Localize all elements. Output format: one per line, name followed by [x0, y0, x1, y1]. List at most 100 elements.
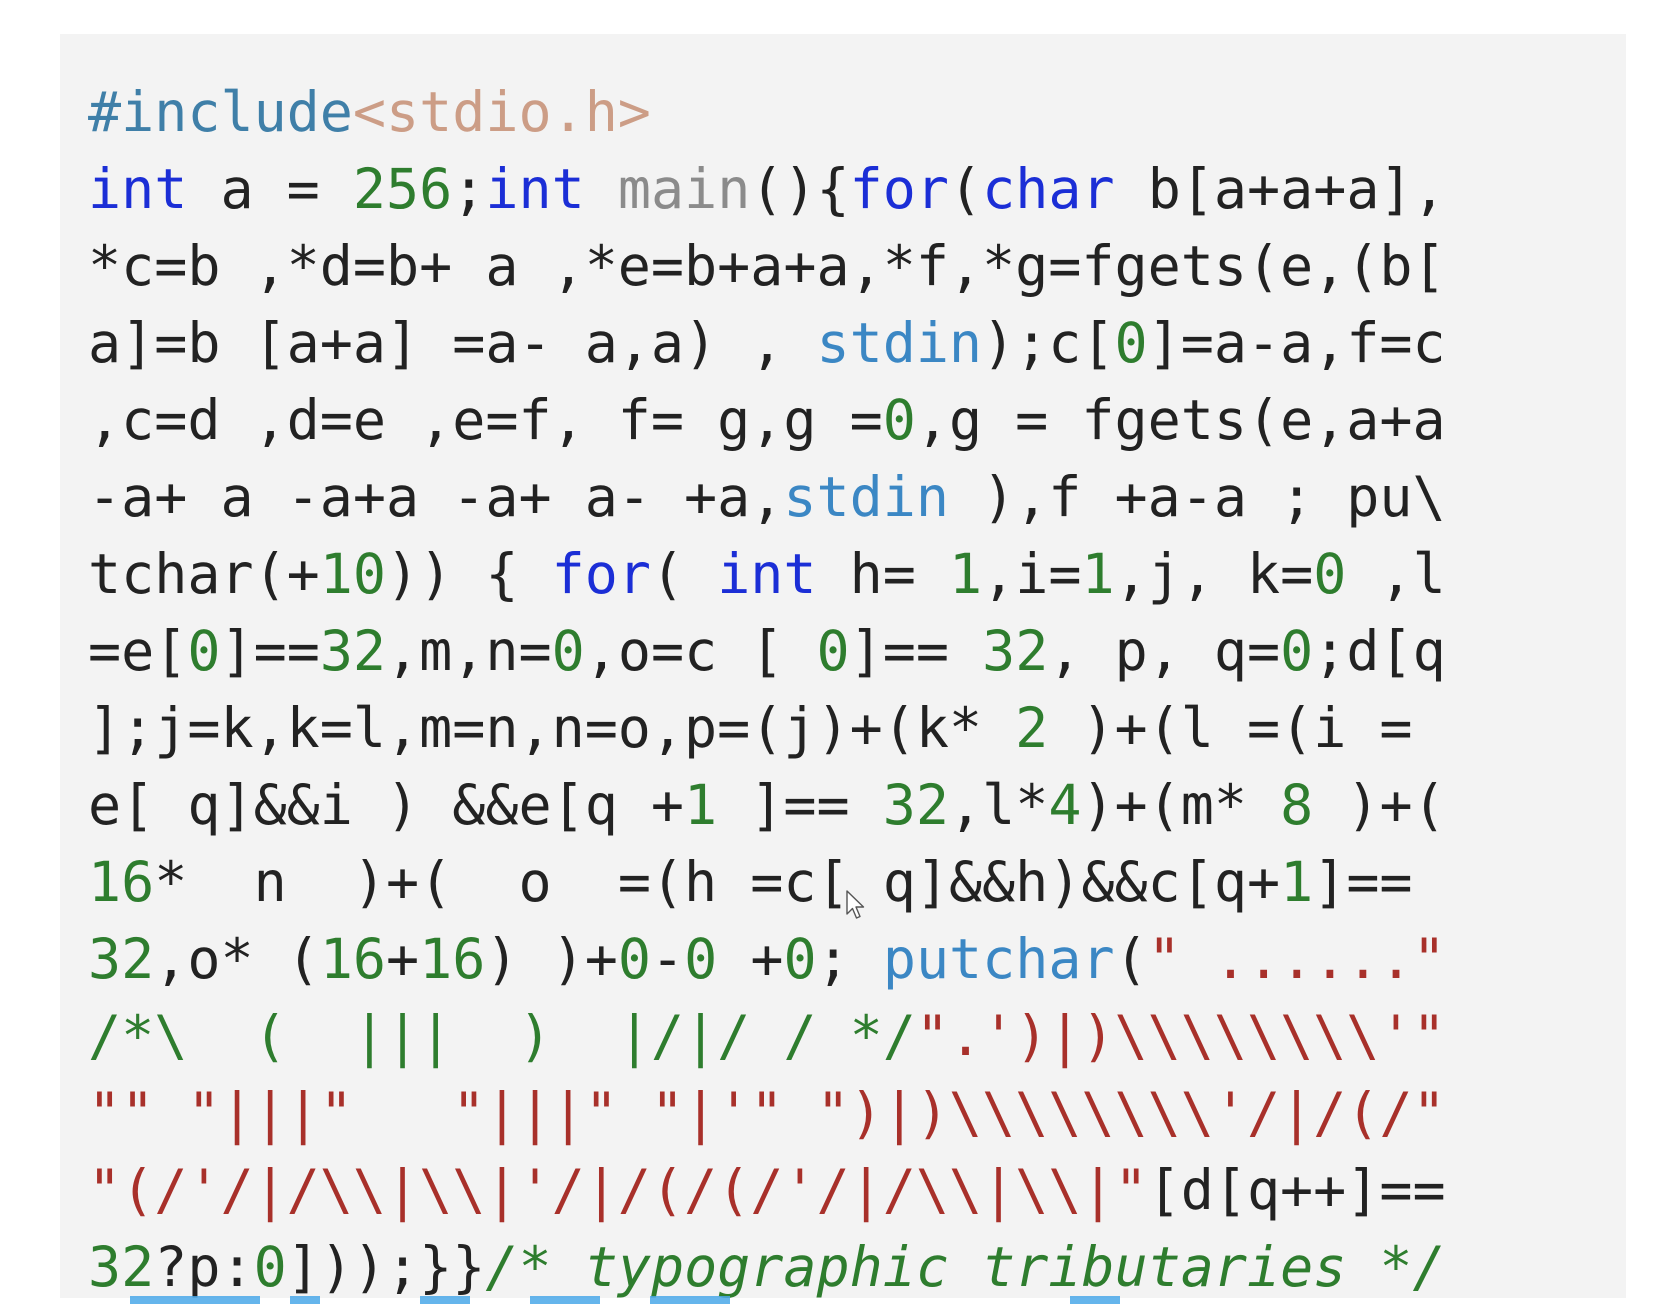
code-panel: #include<stdio.h> int a = 256;int main(){…: [60, 34, 1626, 1299]
code-token: (: [1114, 927, 1148, 991]
code-token: , p, q=: [1048, 619, 1281, 683]
code-token: b[a+a+a],: [1114, 157, 1446, 221]
code-token: [d[q++]==: [1147, 1158, 1446, 1222]
code-token-kw: int: [717, 542, 817, 606]
code-token: )+(m*: [1081, 773, 1281, 837]
code-token-lib: putchar: [882, 927, 1115, 991]
code-token: ]==: [717, 773, 883, 837]
code-token: ]==: [849, 619, 983, 683]
code-token: ]==: [220, 619, 320, 683]
code-token-num: 0: [1114, 311, 1148, 375]
code-token: (: [949, 157, 983, 221]
code-token: a =: [187, 157, 353, 221]
code-token-num: 256: [352, 157, 453, 221]
code-token-fn: main: [617, 157, 751, 221]
code-token-kw: char: [982, 157, 1115, 221]
code-token: )) {: [386, 542, 552, 606]
code-token: ];j=k,k=l,m=n,n=o,p=(j)+(k*: [88, 696, 1016, 760]
code-line: /*\ ( ||| ) |/|/ / */".')|)\\\\\\\\'": [88, 998, 1626, 1075]
code-block: #include<stdio.h> int a = 256;int main(){…: [88, 74, 1626, 1306]
code-token: ,l*: [948, 773, 1049, 837]
code-token: ,i=: [982, 542, 1082, 606]
code-line: 32,o* (16+16) )+0-0 +0; putchar(" ......…: [88, 921, 1626, 998]
code-line: e[ q]&&i ) &&e[q +1 ]== 32,l*4)+(m* 8 )+…: [88, 767, 1626, 844]
code-token-num: 1: [948, 542, 983, 606]
code-token-str: "(/'/|/\\|\\|'/|/(/(/'/|/\\|\\|": [88, 1158, 1148, 1222]
code-token: h=: [816, 542, 949, 606]
code-line: -a+ a -a+a -a+ a- +a,stdin ),f +a-a ; pu…: [88, 459, 1626, 536]
code-token-num: 32: [88, 927, 155, 991]
code-line: a]=b [a+a] =a- a,a) , stdin);c[0]=a-a,f=…: [88, 305, 1626, 382]
code-line: #include<stdio.h>: [88, 74, 1626, 151]
mouse-pointer-icon: [846, 890, 865, 919]
code-token: ;: [816, 927, 883, 991]
code-token: ,o* (: [154, 927, 320, 991]
code-token: ,o=c [: [584, 619, 817, 683]
code-token: ,l: [1346, 542, 1446, 606]
code-token: ,m,n=: [386, 619, 552, 683]
code-token-num: 0: [617, 927, 651, 991]
code-token-num: 0: [684, 927, 718, 991]
code-token: ;d[q: [1313, 619, 1446, 683]
code-token-lib: stdin: [816, 311, 983, 375]
cropped-heading-fragment: [130, 1296, 1190, 1304]
code-token-num: 16: [419, 927, 486, 991]
code-token: )+(: [1313, 773, 1446, 837]
code-token-str: ".')|)\\\\\\\\'": [915, 1004, 1446, 1068]
code-token: )+(l =(i =: [1048, 696, 1413, 760]
code-line: *c=b ,*d=b+ a ,*e=b+a+a,*f,*g=fgets(e,(b…: [88, 228, 1626, 305]
code-token-num: 8: [1280, 773, 1314, 837]
code-token-num: 16: [88, 850, 155, 914]
code-token-num: 1: [1280, 850, 1314, 914]
code-line: ];j=k,k=l,m=n,n=o,p=(j)+(k* 2 )+(l =(i =: [88, 690, 1626, 767]
code-token-num: 0: [187, 619, 221, 683]
code-token-lib: stdin: [783, 465, 949, 529]
code-token: -a+ a -a+a -a+ a- +a,: [88, 465, 784, 529]
code-token: =e[: [88, 619, 188, 683]
code-token: ]=a-a,f=c: [1147, 311, 1446, 375]
code-line: tchar(+10)) { for( int h= 1,i=1,j, k=0 ,…: [88, 536, 1626, 613]
code-token: ,g = fgets(e,a+a: [915, 388, 1446, 452]
code-token-cmt: /*\ ( ||| ) |/|/ / */: [88, 1004, 916, 1068]
code-token-kw: int: [485, 157, 585, 221]
code-token: (){: [750, 157, 850, 221]
code-token-num: 32: [982, 619, 1049, 683]
code-line: "" "|||" "|||" "|'" ")|)\\\\\\\\'/|/(/": [88, 1075, 1626, 1152]
code-token: *c=b ,*d=b+ a ,*e=b+a+a,*f,*g=fgets(e,(b…: [88, 234, 1446, 298]
code-token: -: [650, 927, 685, 991]
code-token-cmti: /* typographic tributaries */: [485, 1235, 1446, 1299]
code-line: "(/'/|/\\|\\|'/|/(/(/'/|/\\|\\|"[d[q++]=…: [88, 1152, 1626, 1229]
code-token-num: 0: [816, 619, 850, 683]
code-token-inc: <stdio.h>: [352, 80, 651, 144]
code-token-kw: for: [551, 542, 651, 606]
code-token: ]==: [1313, 850, 1413, 914]
code-line: =e[0]==32,m,n=0,o=c [ 0]== 32, p, q=0;d[…: [88, 613, 1626, 690]
code-token-num: 0: [253, 1235, 287, 1299]
code-token: a]=b [a+a] =a- a,a) ,: [88, 311, 817, 375]
code-token: * n )+( o =(h =c[ q]&&h)&&c[q+: [154, 850, 1281, 914]
code-token-str: " ......": [1147, 927, 1446, 991]
code-token: ;: [452, 157, 486, 221]
code-token-num: 0: [551, 619, 585, 683]
code-token: (: [650, 542, 718, 606]
code-line: ,c=d ,d=e ,e=f, f= g,g =0,g = fgets(e,a+…: [88, 382, 1626, 459]
code-token-num: 4: [1048, 773, 1082, 837]
code-token-num: 32: [88, 1235, 155, 1299]
code-token: tchar(+: [88, 542, 320, 606]
code-token-num: 10: [319, 542, 387, 606]
code-token: +: [386, 927, 420, 991]
code-token-num: 1: [1081, 542, 1115, 606]
code-token: ,j, k=: [1114, 542, 1314, 606]
code-token: e[ q]&&i ) &&e[q +: [88, 773, 685, 837]
code-token-pp: #include: [88, 80, 353, 144]
code-token-num: 32: [319, 619, 387, 683]
code-line: 32?p:0]));}}/* typographic tributaries *…: [88, 1229, 1626, 1306]
code-token: +: [717, 927, 784, 991]
code-token-num: 0: [1313, 542, 1347, 606]
code-token: );c[: [982, 311, 1115, 375]
code-token: ?p:: [154, 1235, 254, 1299]
code-line: int a = 256;int main(){for(char b[a+a+a]…: [88, 151, 1626, 228]
code-token-num: 32: [882, 773, 949, 837]
code-token-kw: for: [849, 157, 949, 221]
